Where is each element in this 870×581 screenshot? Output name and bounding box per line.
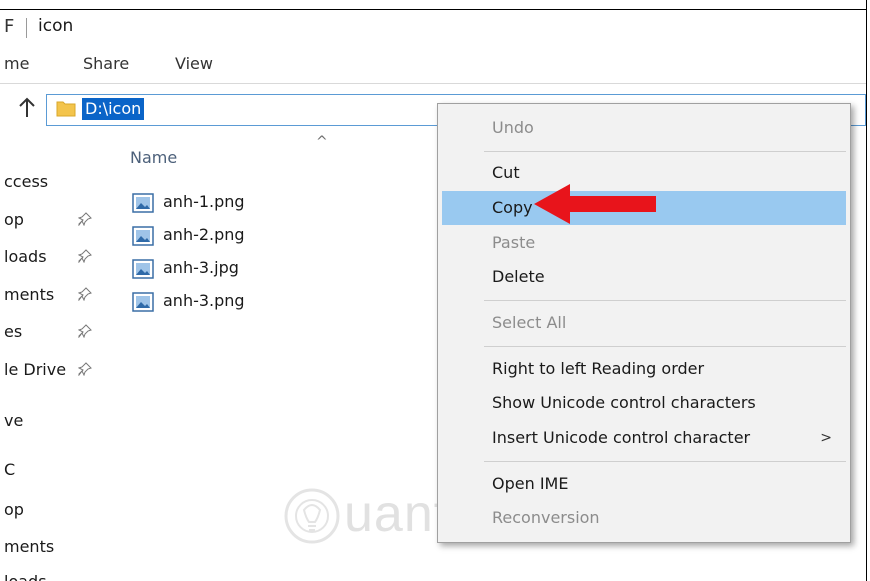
up-arrow-icon[interactable] — [16, 96, 38, 120]
menu-item-open-ime[interactable]: Open IME — [442, 467, 846, 501]
nav-item-downloads-pc[interactable]: loads — [4, 572, 47, 581]
ribbon-tab-view[interactable]: View — [175, 54, 213, 73]
image-file-icon — [132, 193, 154, 213]
file-name: anh-1.png — [163, 192, 245, 211]
nav-item-google-drive[interactable]: le Drive — [4, 360, 66, 379]
menu-item-reconversion[interactable]: Reconversion — [442, 501, 846, 535]
menu-separator — [484, 461, 846, 462]
file-name: anh-3.png — [163, 291, 245, 310]
nav-item-desktop-pc[interactable]: op — [4, 500, 24, 519]
title-bar-quick-access-glyph: F — [4, 16, 15, 37]
file-row[interactable]: anh-2.png — [132, 224, 352, 250]
window-title: icon — [38, 16, 74, 36]
lightbulb-logo-icon — [284, 488, 340, 544]
image-file-icon — [132, 226, 154, 246]
file-name: anh-2.png — [163, 225, 245, 244]
file-row[interactable]: anh-1.png — [132, 191, 352, 217]
nav-item-this-pc[interactable]: C — [4, 460, 15, 479]
ribbon-tab-share[interactable]: Share — [83, 54, 129, 73]
title-separator — [26, 18, 27, 38]
folder-icon — [56, 101, 76, 117]
context-menu: Undo Cut Copy Paste Delete Select All Ri… — [437, 103, 851, 543]
pin-icon[interactable] — [78, 249, 92, 263]
pin-icon[interactable] — [78, 324, 92, 338]
menu-separator — [484, 346, 846, 347]
sort-ascending-chevron-icon: ^ — [316, 134, 328, 150]
nav-item-documents[interactable]: ments — [4, 285, 54, 304]
menu-item-undo[interactable]: Undo — [442, 111, 846, 145]
chevron-right-icon: > — [820, 430, 832, 446]
nav-item-quick-access[interactable]: ccess — [4, 172, 48, 191]
address-path-input[interactable]: D:\icon — [82, 98, 145, 120]
file-row[interactable]: anh-3.png — [132, 290, 352, 316]
nav-item-pictures[interactable]: es — [4, 322, 22, 341]
red-arrow-annotation-icon — [534, 184, 656, 224]
column-header-name[interactable]: Name — [130, 148, 177, 167]
window-frame-right — [866, 0, 870, 581]
file-name: anh-3.jpg — [163, 258, 239, 277]
nav-item-downloads[interactable]: loads — [4, 247, 47, 266]
ribbon-border — [0, 83, 866, 84]
menu-item-show-unicode-control[interactable]: Show Unicode control characters — [442, 386, 846, 420]
menu-item-select-all[interactable]: Select All — [442, 306, 846, 340]
menu-separator — [484, 300, 846, 301]
menu-item-label: Insert Unicode control character — [492, 428, 751, 447]
image-file-icon — [132, 259, 154, 279]
menu-item-rtl-reading-order[interactable]: Right to left Reading order — [442, 352, 846, 386]
image-file-icon — [132, 292, 154, 312]
nav-item-desktop[interactable]: op — [4, 210, 24, 229]
nav-item-documents-pc[interactable]: ments — [4, 537, 54, 556]
pin-icon[interactable] — [78, 212, 92, 226]
nav-item-onedrive[interactable]: ve — [4, 411, 23, 430]
menu-item-insert-unicode-control[interactable]: Insert Unicode control character > — [442, 421, 846, 455]
pin-icon[interactable] — [78, 287, 92, 301]
window-frame-top — [0, 0, 870, 10]
menu-separator — [484, 151, 846, 152]
pin-icon[interactable] — [78, 362, 92, 376]
file-row[interactable]: anh-3.jpg — [132, 257, 352, 283]
ribbon-tab-home[interactable]: me — [4, 54, 29, 73]
menu-item-paste[interactable]: Paste — [442, 226, 846, 260]
menu-item-delete[interactable]: Delete — [442, 260, 846, 294]
